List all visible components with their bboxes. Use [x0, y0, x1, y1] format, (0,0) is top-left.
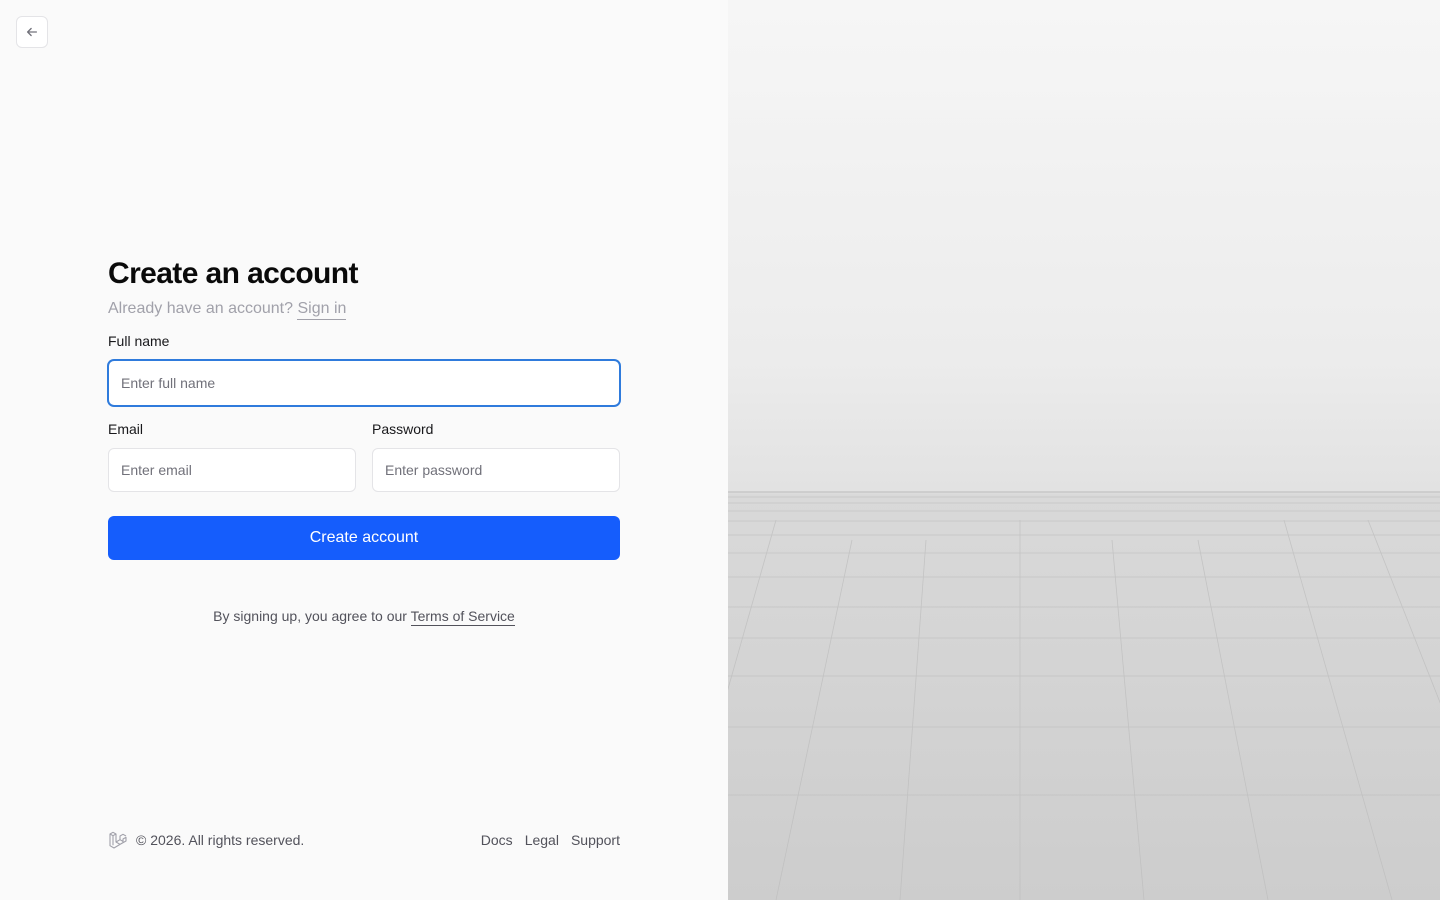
decorative-floor-panel — [728, 0, 1440, 900]
email-input[interactable] — [108, 448, 356, 492]
email-field-group: Email — [108, 420, 356, 492]
fullname-input[interactable] — [108, 360, 620, 406]
signin-prompt-text: Already have an account? — [108, 300, 294, 317]
footer-links: Docs Legal Support — [481, 832, 620, 848]
fullname-field-group: Full name — [108, 332, 620, 406]
arrow-left-icon — [26, 27, 38, 37]
footer-link-support[interactable]: Support — [571, 832, 620, 848]
footer-brand: © 2026. All rights reserved. — [108, 830, 304, 850]
password-field-group: Password — [372, 420, 620, 492]
terms-notice: By signing up, you agree to our Terms of… — [108, 608, 620, 626]
email-label: Email — [108, 421, 144, 437]
signin-link[interactable]: Sign in — [297, 300, 347, 320]
copyright-text: © 2026. All rights reserved. — [136, 832, 305, 848]
terms-of-service-link[interactable]: Terms of Service — [410, 608, 515, 626]
password-label: Password — [372, 421, 434, 437]
form-panel: Create an account Already have an accoun… — [0, 0, 728, 900]
credentials-row: Email Password — [108, 420, 620, 492]
signin-prompt: Already have an account? Sign in — [108, 298, 620, 320]
footer: © 2026. All rights reserved. Docs Legal … — [108, 830, 620, 850]
fullname-label: Full name — [108, 333, 170, 349]
back-button[interactable] — [16, 16, 48, 48]
laravel-logo-icon — [109, 831, 127, 849]
terms-text: By signing up, you agree to our — [213, 608, 407, 624]
password-input[interactable] — [372, 448, 620, 492]
footer-link-docs[interactable]: Docs — [481, 832, 513, 848]
signup-page: Create an account Already have an accoun… — [0, 0, 1440, 900]
footer-link-legal[interactable]: Legal — [525, 832, 559, 848]
signup-form: Create an account Already have an accoun… — [108, 256, 620, 626]
grid-floor-illustration — [728, 491, 1440, 900]
create-account-button[interactable]: Create account — [108, 516, 620, 560]
page-title: Create an account — [108, 257, 358, 290]
